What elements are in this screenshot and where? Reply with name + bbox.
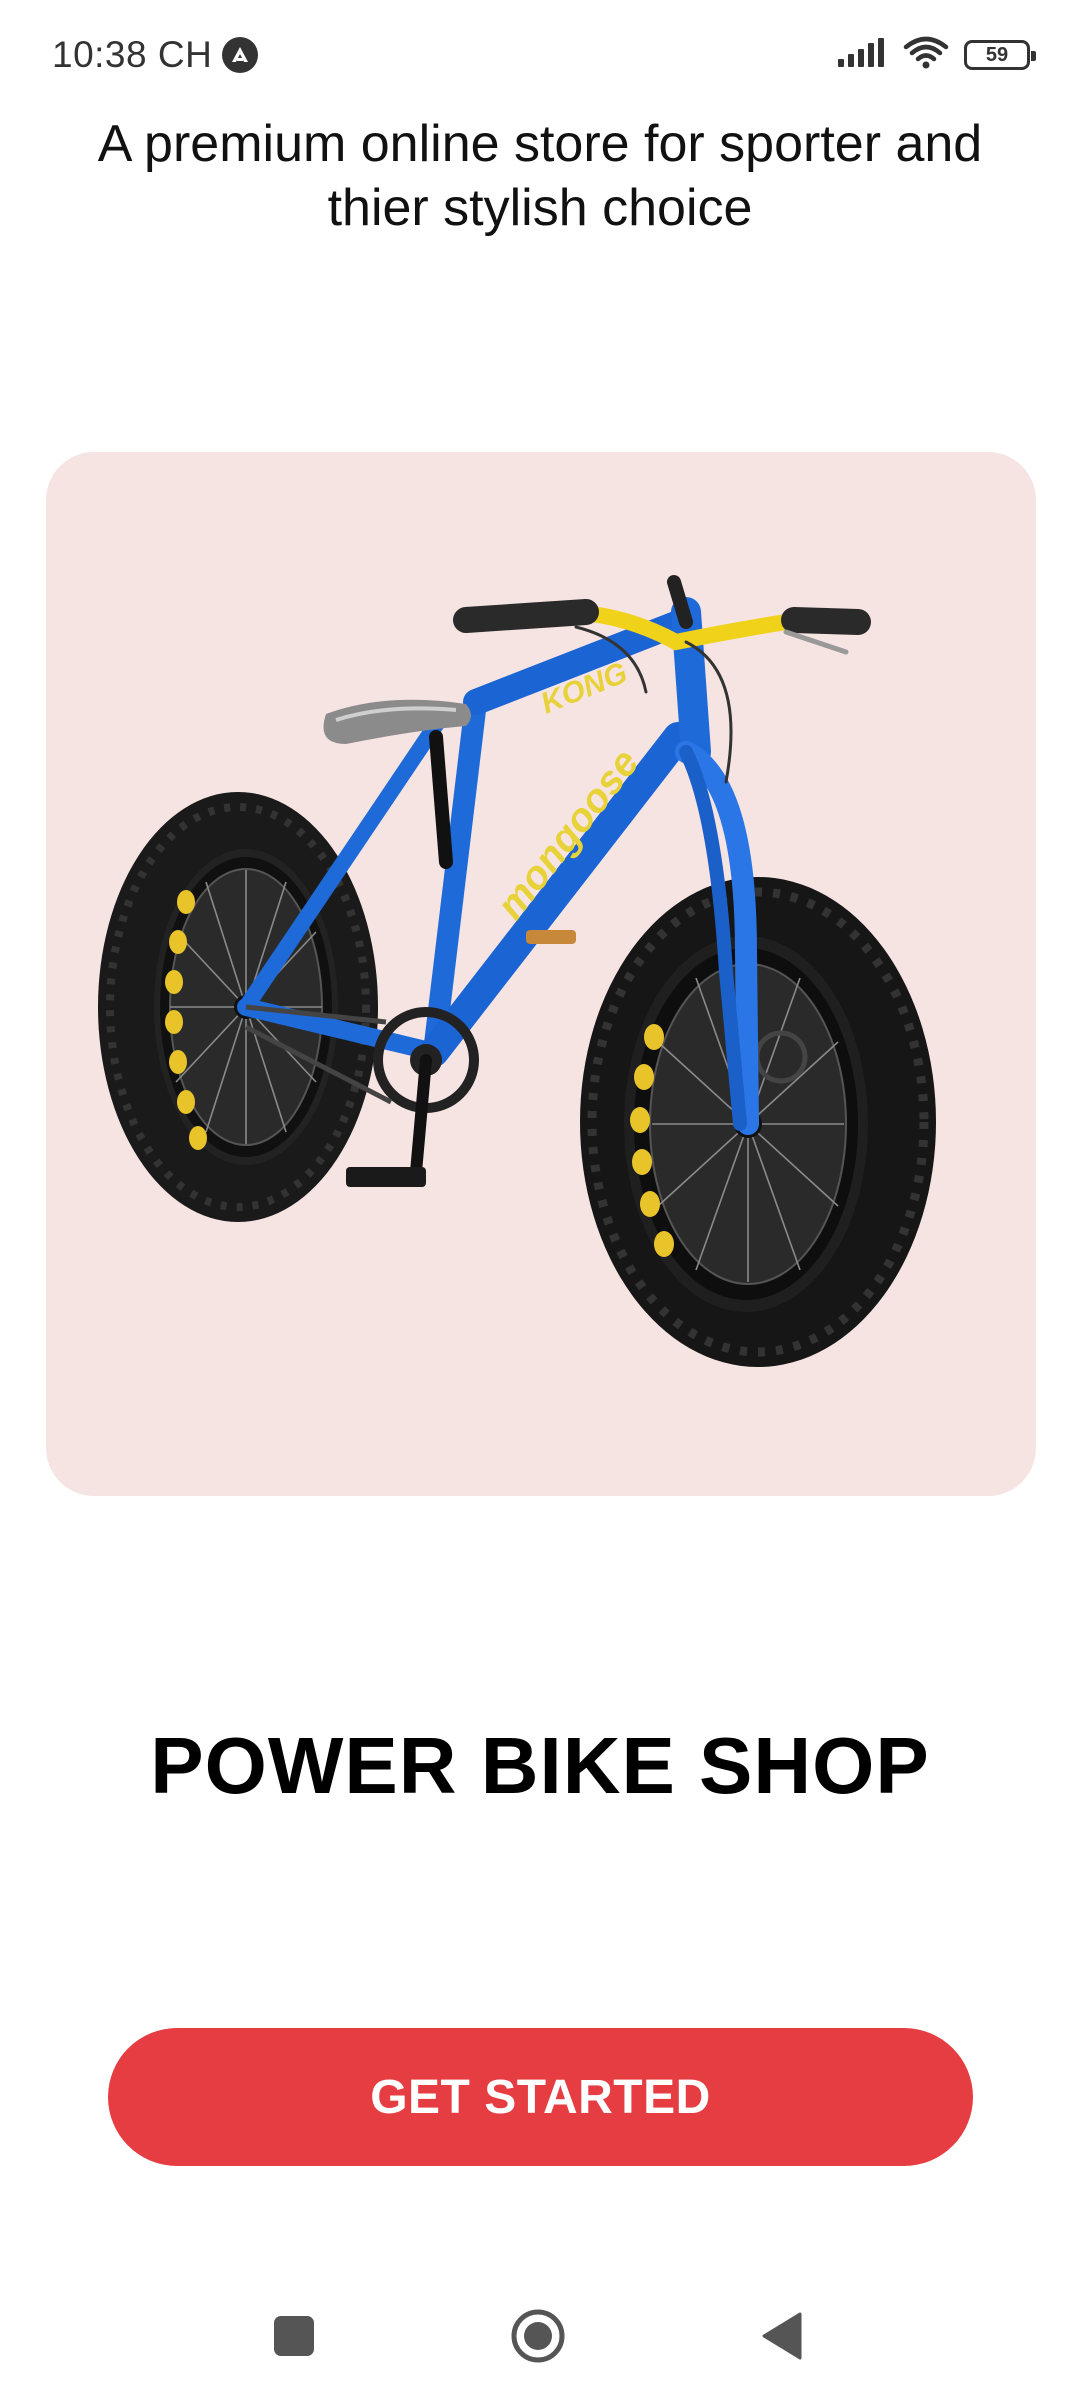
tagline: A premium online store for sporter and t… bbox=[97, 115, 983, 237]
status-time: 10:38 CH bbox=[52, 34, 213, 75]
status-left: 10:38 CH bbox=[52, 34, 259, 76]
splash-screen: 10:38 CH 59 A premium online store for s… bbox=[0, 0, 1080, 2400]
battery-level: 59 bbox=[985, 43, 1009, 66]
signal-icon bbox=[836, 37, 888, 74]
recents-square-icon[interactable] bbox=[264, 2306, 324, 2366]
system-nav-bar bbox=[0, 2280, 1080, 2390]
battery-icon: 59 bbox=[964, 40, 1036, 70]
app-notification-icon bbox=[222, 37, 259, 73]
blue-fat-tire-bike-image: mongoose KONG bbox=[98, 575, 936, 1367]
status-bar: 10:38 CH 59 bbox=[0, 0, 1080, 110]
wifi-icon bbox=[902, 35, 950, 76]
status-right: 59 bbox=[836, 35, 1036, 76]
home-circle-icon[interactable] bbox=[508, 2306, 568, 2366]
hero-image-card: mongoose KONG bbox=[46, 452, 1036, 1496]
back-triangle-icon[interactable] bbox=[752, 2306, 812, 2366]
shop-title: POWER BIKE SHOP bbox=[150, 1721, 930, 1810]
get-started-button[interactable]: GET STARTED bbox=[108, 2028, 973, 2166]
